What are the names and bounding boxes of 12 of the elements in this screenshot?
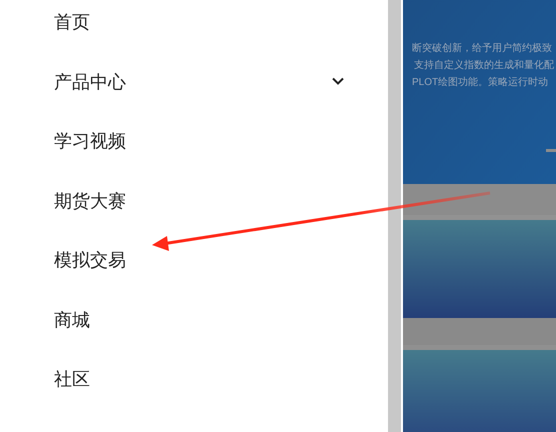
menu-item[interactable]: 期货大赛 (0, 184, 388, 244)
menu-item[interactable]: 首页 (0, 6, 388, 66)
menu-item[interactable]: 商城 (0, 304, 388, 363)
scrollbar[interactable] (388, 0, 403, 432)
menu-item[interactable]: 产品中心 (0, 66, 388, 125)
menu-item[interactable]: 模拟交易 (0, 244, 388, 304)
banner-dash (546, 149, 556, 152)
banner-text: PLOT绘图功能。策略运行时动 (412, 76, 550, 90)
banner-text: 断突破创新，给予用户简约极致 (412, 42, 553, 56)
banner-text: 支持自定义指数的生成和量化配 (414, 58, 555, 73)
menu-item[interactable]: 学习视频 (0, 125, 388, 184)
menu-item[interactable]: 社区 (0, 363, 388, 422)
